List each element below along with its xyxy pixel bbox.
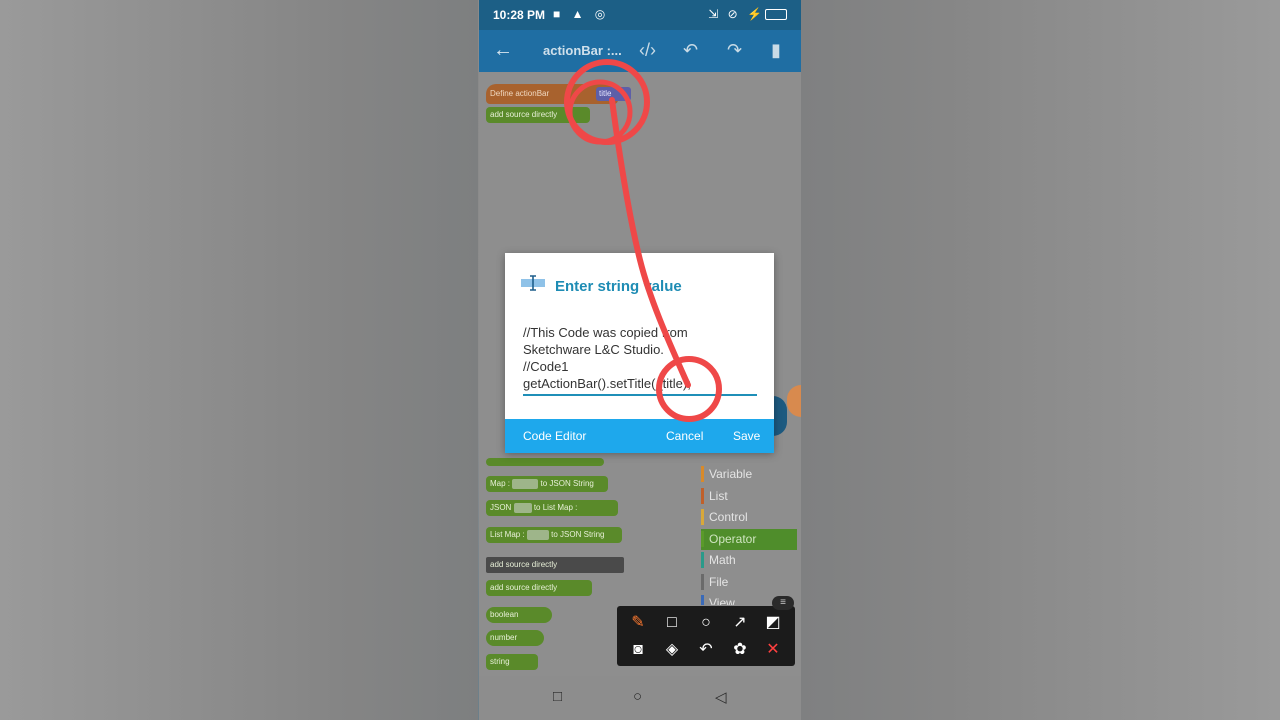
palette-label: View bbox=[709, 596, 735, 605]
save-button[interactable]: Save bbox=[733, 429, 760, 443]
palette-item-file[interactable]: File bbox=[701, 572, 797, 594]
redo-icon[interactable]: ↷ bbox=[727, 40, 742, 61]
bookmark-icon[interactable]: ▮ bbox=[771, 40, 781, 61]
palette-label: List bbox=[709, 488, 728, 503]
eraser-icon[interactable]: ◈ bbox=[659, 639, 685, 661]
boolean-block[interactable]: boolean bbox=[486, 607, 552, 623]
number-block[interactable]: number bbox=[486, 630, 544, 646]
json-to-listmap-block[interactable]: JSON to List Map : bbox=[486, 500, 618, 516]
add-source-block[interactable]: add source directly bbox=[486, 107, 590, 123]
palette-bar bbox=[701, 530, 704, 547]
palette-item-variable[interactable]: Variable bbox=[701, 464, 797, 486]
recents-icon[interactable]: □ bbox=[553, 688, 562, 705]
android-nav-bar: □ ○ ◁ bbox=[479, 676, 801, 720]
screen-draw-toolbox: ≡ ✎ □ ○ ↗ ◩ ◙ ◈ ↶ ✿ ✕ bbox=[617, 596, 795, 666]
blurred-background-left bbox=[0, 0, 478, 720]
palette-label: Math bbox=[709, 553, 736, 567]
palette-bar bbox=[701, 509, 704, 525]
listmap-to-json-block[interactable]: List Map : to JSON String bbox=[486, 527, 622, 543]
app-bar-title: actionBar :... bbox=[543, 43, 622, 58]
back-arrow-icon[interactable]: ← bbox=[493, 39, 513, 62]
palette-item-control[interactable]: Control bbox=[701, 507, 797, 529]
palette-label: File bbox=[709, 574, 729, 589]
listmap-to-json-label-1: to JSON String bbox=[551, 530, 605, 539]
add-source-header-block[interactable]: add source directly bbox=[486, 557, 624, 573]
blurred-background-right bbox=[801, 0, 1280, 720]
palette-bar bbox=[701, 487, 704, 504]
string-value-dialog: Enter string value //This Code was copie… bbox=[505, 253, 774, 453]
palette-bar bbox=[701, 552, 704, 568]
brush-icon[interactable]: ✎ bbox=[625, 612, 651, 634]
system-icons: ⇲ ⊘ ⚡ bbox=[708, 7, 787, 21]
map-to-json-block[interactable]: Map : to JSON String bbox=[486, 476, 608, 492]
status-bar: 10:28 PM ■ ▲ ◎ ⇲ ⊘ ⚡ bbox=[479, 0, 801, 30]
code-view-icon[interactable]: ‹/› bbox=[639, 40, 656, 61]
app-bar: ← actionBar :... ‹/› ↶ ↷ ▮ bbox=[479, 30, 801, 72]
dialog-title: Enter string value bbox=[555, 278, 682, 295]
undo-icon[interactable]: ↶ bbox=[693, 639, 719, 661]
cancel-button[interactable]: Cancel bbox=[666, 429, 703, 443]
palette-label: Control bbox=[709, 510, 748, 524]
map-to-json-label-1: to JSON String bbox=[540, 479, 594, 488]
palette-bar bbox=[701, 573, 704, 590]
add-source-block-2[interactable]: add source directly bbox=[486, 580, 592, 596]
define-param-title[interactable]: title bbox=[596, 87, 631, 101]
listmap-to-json-label-0: List Map : bbox=[490, 530, 525, 539]
string-block[interactable]: string bbox=[486, 654, 538, 670]
palette-item-operator[interactable]: Operator bbox=[701, 528, 797, 550]
circle-icon[interactable]: ○ bbox=[693, 612, 719, 634]
home-icon[interactable]: ○ bbox=[633, 688, 642, 705]
dialog-footer: Code Editor Cancel Save bbox=[505, 419, 774, 453]
checker-icon[interactable]: ◩ bbox=[760, 612, 786, 634]
battery-icon bbox=[765, 9, 787, 21]
string-value-input[interactable]: //This Code was copied from Sketchware L… bbox=[523, 324, 757, 392]
palette-bar bbox=[701, 466, 704, 482]
palette-bar bbox=[701, 595, 704, 605]
map-slot[interactable] bbox=[512, 478, 539, 489]
camera-icon[interactable]: ◙ bbox=[625, 639, 651, 661]
arrow-icon[interactable]: ↗ bbox=[727, 612, 753, 634]
block-fragment[interactable] bbox=[486, 458, 604, 466]
notification-icons: ■ ▲ ◎ bbox=[553, 7, 610, 21]
map-to-json-label-0: Map : bbox=[490, 479, 511, 488]
listmap-slot[interactable] bbox=[526, 529, 549, 540]
listmap-label: List Map : bbox=[542, 503, 578, 512]
input-underline bbox=[523, 394, 757, 396]
define-block[interactable]: Define actionBar title bbox=[486, 84, 631, 104]
menu-icon[interactable]: ≡ bbox=[772, 596, 794, 610]
close-icon[interactable]: ✕ bbox=[760, 639, 786, 661]
undo-icon[interactable]: ↶ bbox=[683, 40, 698, 61]
palette-item-list[interactable]: List bbox=[701, 486, 797, 508]
json-slot[interactable] bbox=[513, 502, 532, 513]
fab-edge-blue[interactable] bbox=[773, 396, 787, 436]
block-palette: Variable List Control Operator Math File… bbox=[701, 464, 797, 605]
text-cursor-icon bbox=[521, 275, 545, 291]
status-time: 10:28 PM bbox=[493, 8, 546, 22]
fab-edge-orange[interactable] bbox=[787, 385, 801, 417]
back-icon[interactable]: ◁ bbox=[715, 688, 727, 706]
palette-icon[interactable]: ✿ bbox=[727, 639, 753, 661]
to-label: to bbox=[533, 503, 541, 512]
define-block-label: Define actionBar bbox=[490, 89, 550, 98]
palette-label: Variable bbox=[709, 467, 753, 481]
square-icon[interactable]: □ bbox=[659, 612, 685, 634]
palette-label: Operator bbox=[709, 531, 757, 546]
json-label: JSON bbox=[490, 503, 512, 512]
palette-item-math[interactable]: Math bbox=[701, 550, 797, 572]
code-editor-button[interactable]: Code Editor bbox=[523, 429, 586, 443]
